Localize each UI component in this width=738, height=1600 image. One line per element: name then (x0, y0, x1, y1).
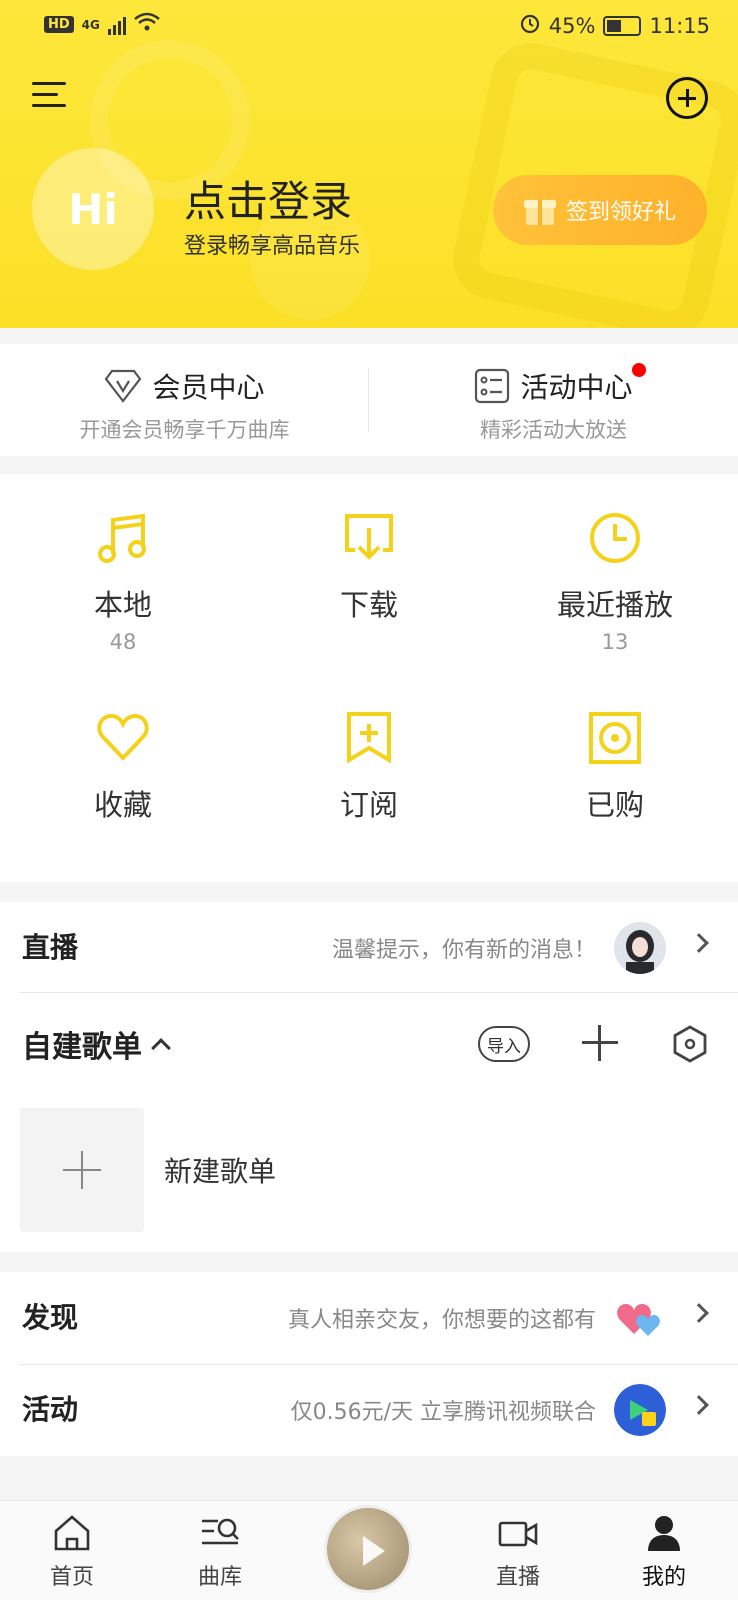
live-avatar (614, 922, 666, 974)
avatar[interactable]: Hi (32, 148, 154, 270)
home-icon (52, 1513, 92, 1553)
discover-row[interactable]: 发现 真人相亲交友，你想要的这都有 (0, 1272, 738, 1362)
grid-label: 本地 (93, 588, 152, 622)
chevron-right-icon (689, 933, 709, 953)
library-search-icon (200, 1513, 240, 1553)
login-subtitle: 登录畅享高品音乐 (184, 234, 361, 259)
playlist-header[interactable]: 自建歌单 (22, 1022, 171, 1066)
grid-item-purchased[interactable]: 已购 (492, 674, 738, 874)
playlist-title: 自建歌单 (22, 1030, 142, 1065)
nav-home[interactable]: 首页 (12, 1501, 132, 1600)
nav-label: 首页 (49, 1565, 94, 1590)
nav-library[interactable]: 曲库 (160, 1501, 280, 1600)
video-camera-icon (498, 1513, 538, 1553)
person-icon (644, 1513, 684, 1553)
vip-diamond-icon (104, 369, 142, 403)
new-playlist-tile[interactable] (20, 1108, 144, 1232)
grid-count: 13 (601, 630, 629, 654)
grid-label: 已购 (585, 788, 644, 822)
grid-label: 最近播放 (556, 588, 673, 622)
grid-item-local[interactable]: 本地 48 (0, 474, 246, 674)
heart-icon (95, 710, 151, 766)
chevron-right-icon (689, 1395, 709, 1415)
battery-percent: 45% (548, 13, 596, 38)
tencent-video-icon (614, 1384, 666, 1436)
status-bar: HD 4G 45% 11:15 (0, 0, 738, 52)
shortcut-grid: 本地 48 下载 最近播放 13 收藏 订阅 已购 (0, 474, 738, 882)
battery-icon (603, 15, 642, 36)
grid-item-subscribe[interactable]: 订阅 (246, 674, 492, 874)
activity-center[interactable]: 活动中心 精彩活动大放送 (369, 344, 738, 456)
nav-label: 我的 (641, 1565, 686, 1590)
grid-count: 48 (109, 630, 137, 654)
signal-icon (107, 15, 126, 35)
chevron-right-icon (689, 1303, 709, 1323)
divider (20, 992, 738, 993)
vip-center[interactable]: 会员中心 开通会员畅享千万曲库 (0, 344, 369, 456)
activity-title: 活动中心 (520, 371, 633, 404)
hd-badge: HD (44, 16, 74, 33)
settings-hex-icon[interactable] (670, 1024, 710, 1064)
signin-gift-button[interactable]: 签到领好礼 (493, 175, 707, 245)
grid-label: 订阅 (339, 788, 398, 822)
disc-icon (587, 710, 643, 766)
nav-mine[interactable]: 我的 (604, 1501, 724, 1600)
hearts-icon (614, 1292, 666, 1344)
chevron-up-icon (151, 1038, 171, 1058)
alarm-icon (519, 12, 541, 39)
notification-dot (632, 363, 646, 377)
grid-item-download[interactable]: 下载 (246, 474, 492, 674)
live-title: 直播 (22, 931, 79, 964)
discover-hint: 真人相亲交友，你想要的这都有 (287, 1308, 596, 1333)
nav-label: 直播 (495, 1565, 540, 1590)
member-activity-card: 会员中心 开通会员畅享千万曲库 活动中心 精彩活动大放送 (0, 344, 738, 456)
live-hint: 温馨提示，你有新的消息！ (331, 938, 596, 963)
clock-time: 11:15 (649, 13, 710, 38)
vip-subtitle: 开通会员畅享千万曲库 (79, 418, 290, 442)
nav-live[interactable]: 直播 (458, 1501, 578, 1600)
discover-card: 发现 真人相亲交友，你想要的这都有 活动 仅0.56元/天 立享腾讯视频联合 (0, 1272, 738, 1456)
bookmark-plus-icon (341, 710, 397, 766)
live-row[interactable]: 直播 温馨提示，你有新的消息！ (0, 902, 738, 992)
vip-title: 会员中心 (152, 371, 265, 404)
list-icon (474, 368, 510, 404)
signin-label: 签到领好礼 (565, 200, 676, 225)
import-button[interactable]: 导入 (478, 1026, 530, 1062)
profile-header: HD 4G 45% 11:15 Hi 点击登录 登录畅享高品音乐 签到领好礼 (0, 0, 738, 328)
now-playing-disc[interactable] (324, 1505, 412, 1593)
gift-icon (523, 195, 556, 225)
discover-title: 发现 (22, 1301, 79, 1334)
wifi-icon (134, 12, 160, 37)
grid-item-recent[interactable]: 最近播放 13 (492, 474, 738, 674)
activity-row[interactable]: 活动 仅0.56元/天 立享腾讯视频联合 (0, 1364, 738, 1454)
music-note-icon (95, 510, 151, 566)
new-playlist-label[interactable]: 新建歌单 (164, 1150, 276, 1190)
menu-icon[interactable] (32, 80, 66, 110)
play-icon (363, 1536, 385, 1566)
download-icon (341, 510, 397, 566)
nav-label: 曲库 (197, 1565, 242, 1590)
add-playlist-icon[interactable] (582, 1025, 618, 1061)
clock-icon (587, 510, 643, 566)
activity-row-hint: 仅0.56元/天 立享腾讯视频联合 (290, 1400, 596, 1425)
add-icon[interactable] (666, 77, 708, 119)
grid-label: 下载 (339, 588, 398, 622)
activity-row-title: 活动 (22, 1393, 79, 1426)
activity-subtitle: 精彩活动大放送 (480, 418, 627, 442)
login-title[interactable]: 点击登录 (184, 168, 352, 229)
grid-label: 收藏 (93, 788, 152, 822)
network-type: 4G (81, 17, 100, 32)
grid-item-favorites[interactable]: 收藏 (0, 674, 246, 874)
